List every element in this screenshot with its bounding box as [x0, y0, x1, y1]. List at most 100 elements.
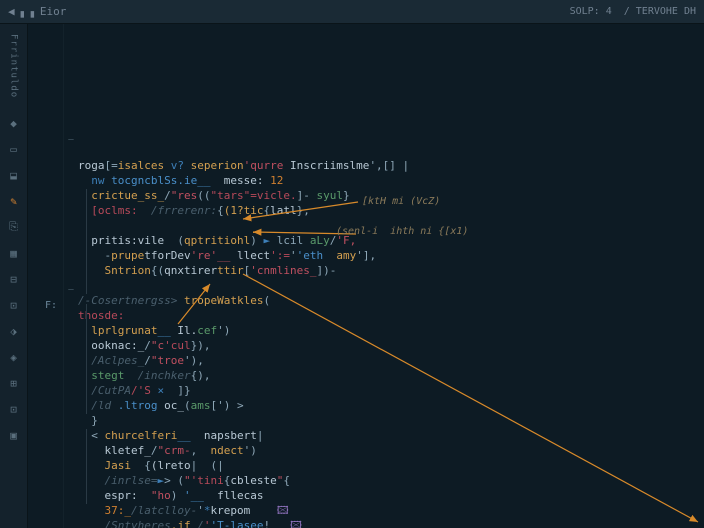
fold-marker — [64, 58, 78, 73]
fold-marker[interactable]: — — [64, 133, 78, 148]
tool-icon-10[interactable]: ◈ — [5, 348, 23, 366]
fold-guide-1 — [86, 189, 87, 294]
line-number — [28, 88, 63, 103]
line-number — [28, 268, 63, 283]
fold-marker — [64, 328, 78, 343]
code-line[interactable]: lprlgrunat__ Il.cef') — [78, 323, 704, 338]
activity-bar: Frrintuldo ◆ ▭ ⬓ ✎ ⎘ ▦ ⊟ ⊡ ⬗ ◈ ⊞ ⊡ ▣ — [0, 24, 28, 528]
line-number — [28, 28, 63, 43]
code-line[interactable]: /inrlse=►> ("'tini{cbleste"{ — [78, 473, 704, 488]
tool-icon-11[interactable]: ⊞ — [5, 374, 23, 392]
line-number — [28, 448, 63, 463]
fold-marker — [64, 268, 78, 283]
line-number: F: — [28, 298, 63, 313]
line-number — [28, 373, 63, 388]
line-number — [28, 343, 63, 358]
line-number — [28, 313, 63, 328]
code-line[interactable]: /ld .ltrog oc_(ams[') > — [78, 398, 704, 413]
line-number — [28, 478, 63, 493]
code-line[interactable]: -prupetforDev're'__ llect':=''eth amy'], — [78, 248, 704, 263]
line-number — [28, 103, 63, 118]
code-line[interactable]: /-Cosertnergss> tropeWatkles( — [78, 293, 704, 308]
fold-marker — [64, 478, 78, 493]
tool-icon-12[interactable]: ⊡ — [5, 400, 23, 418]
code-line[interactable]: Jasi {(lreto| (| — [78, 458, 704, 473]
filename[interactable]: Eior — [40, 5, 67, 18]
line-number — [28, 238, 63, 253]
fold-column: —— — [64, 24, 78, 528]
fold-marker — [64, 238, 78, 253]
tool-icon-13[interactable]: ▣ — [5, 426, 23, 444]
fold-marker — [64, 193, 78, 208]
code-line[interactable]: roga[=isalces v? seperion'qurre Inscriim… — [78, 158, 704, 173]
tool-icon-6[interactable]: ▦ — [5, 244, 23, 262]
fold-marker — [64, 163, 78, 178]
fold-marker — [64, 178, 78, 193]
line-number — [28, 388, 63, 403]
fold-marker — [64, 43, 78, 58]
line-number — [28, 118, 63, 133]
code-line[interactable]: Sntrion{(qnxtirerttir['cnmlines_])- — [78, 263, 704, 278]
code-line[interactable]: /CutPA/'S × ]} — [78, 383, 704, 398]
fold-marker[interactable]: — — [64, 283, 78, 298]
fold-marker — [64, 463, 78, 478]
code-line[interactable]: < churcelferi__ napsbert| — [78, 428, 704, 443]
annotation-1: [ktH mi (VcZ) — [362, 196, 440, 207]
line-number — [28, 403, 63, 418]
editor-area: F: —— [ktH mi (VcZ) (senl-i ihth ni {[x1… — [28, 24, 704, 528]
fold-marker — [64, 508, 78, 523]
fold-marker — [64, 433, 78, 448]
line-number — [28, 358, 63, 373]
code-line[interactable] — [78, 278, 704, 293]
fold-marker — [64, 418, 78, 433]
tool-icon-9[interactable]: ⬗ — [5, 322, 23, 340]
folder-icon[interactable]: ▖▗ — [21, 5, 34, 18]
code-line[interactable]: kletef_/"crm-, ndect') — [78, 443, 704, 458]
line-number — [28, 418, 63, 433]
tool-icon-7[interactable]: ⊟ — [5, 270, 23, 288]
code-line[interactable]: 37:_/latclloy-'*krepom 🖾 — [78, 503, 704, 518]
line-number — [28, 148, 63, 163]
fold-marker — [64, 103, 78, 118]
line-number-gutter: F: — [28, 24, 64, 528]
code-line[interactable]: /Sntyheres.jf /''T-lasee! 🖾 — [78, 518, 704, 528]
tool-icon-2[interactable]: ▭ — [5, 140, 23, 158]
fold-marker — [64, 253, 78, 268]
tool-icon-1[interactable]: ◆ — [5, 114, 23, 132]
line-number — [28, 223, 63, 238]
code-line[interactable]: } — [78, 413, 704, 428]
fold-guide-2 — [86, 304, 87, 414]
fold-marker — [64, 88, 78, 103]
fold-marker — [64, 493, 78, 508]
back-icon[interactable]: ◀ — [8, 5, 15, 18]
code-line[interactable]: /Aclpes_/"troe'), — [78, 353, 704, 368]
tool-icon-5[interactable]: ⎘ — [5, 218, 23, 236]
line-number — [28, 328, 63, 343]
line-number — [28, 58, 63, 73]
code-line[interactable]: nw tocgncblSs.ie__ messe: 12 — [78, 173, 704, 188]
fold-marker — [64, 298, 78, 313]
line-number — [28, 463, 63, 478]
line-number — [28, 193, 63, 208]
fold-marker — [64, 448, 78, 463]
fold-marker — [64, 343, 78, 358]
fold-marker — [64, 148, 78, 163]
line-number — [28, 283, 63, 298]
code-line[interactable]: stegt /inchker{), — [78, 368, 704, 383]
titlebar-left: ◀ ▖▗ Eior — [8, 5, 66, 18]
line-number — [28, 133, 63, 148]
fold-guide-3 — [86, 429, 87, 504]
line-number — [28, 433, 63, 448]
tool-icon-3[interactable]: ⬓ — [5, 166, 23, 184]
code-editor[interactable]: [ktH mi (VcZ) (senl-i ihth ni {[x1) roga… — [78, 24, 704, 528]
status-indicator-2: / TERVOHE DH — [624, 6, 696, 17]
code-line[interactable]: espr: "ho) '__ fllecas — [78, 488, 704, 503]
code-line[interactable]: thosde: — [78, 308, 704, 323]
fold-marker — [64, 358, 78, 373]
status-indicator-1: SOLP: 4 — [570, 6, 612, 17]
fold-marker — [64, 118, 78, 133]
pencil-icon[interactable]: ✎ — [5, 192, 23, 210]
tool-icon-8[interactable]: ⊡ — [5, 296, 23, 314]
line-number — [28, 253, 63, 268]
code-line[interactable]: ooknac:_/"c'cul}), — [78, 338, 704, 353]
